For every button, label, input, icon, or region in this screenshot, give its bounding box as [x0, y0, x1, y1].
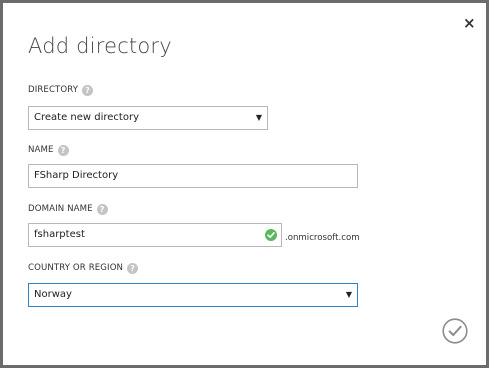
country-label: COUNTRY OR REGION — [28, 263, 124, 273]
country-label-row: COUNTRY OR REGION ? — [28, 262, 139, 274]
name-label-row: NAME ? — [28, 144, 69, 156]
dialog-title: Add directory — [28, 34, 172, 58]
chevron-down-icon: ▼ — [345, 290, 352, 299]
checkmark-circle-icon — [442, 318, 468, 344]
domain-name-help-icon[interactable]: ? — [96, 203, 108, 215]
domain-name-label-row: DOMAIN NAME ? — [28, 203, 108, 215]
domain-name-field-value: fsharptest — [34, 229, 85, 240]
directory-select-value: Create new directory — [34, 112, 139, 123]
directory-help-icon[interactable]: ? — [82, 84, 94, 96]
name-field[interactable]: FSharp Directory — [28, 164, 358, 188]
country-select-value: Norway — [34, 289, 72, 300]
domain-name-label: DOMAIN NAME — [28, 204, 93, 214]
country-select[interactable]: Norway ▼ — [28, 283, 358, 307]
chevron-down-icon: ▼ — [255, 113, 262, 122]
directory-select[interactable]: Create new directory ▼ — [28, 106, 268, 130]
name-label: NAME — [28, 145, 54, 155]
country-help-icon[interactable]: ? — [127, 262, 139, 274]
confirm-button[interactable] — [442, 318, 468, 344]
directory-label: DIRECTORY — [28, 85, 79, 95]
name-help-icon[interactable]: ? — [57, 144, 69, 156]
close-icon[interactable]: × — [463, 16, 476, 31]
valid-check-icon — [265, 229, 277, 241]
domain-name-field[interactable]: fsharptest — [28, 223, 282, 247]
name-field-value: FSharp Directory — [34, 170, 119, 181]
domain-suffix: .onmicrosoft.com — [285, 233, 360, 243]
directory-label-row: DIRECTORY ? — [28, 84, 94, 96]
add-directory-dialog: × Add directory DIRECTORY ? Create new d… — [3, 3, 486, 365]
